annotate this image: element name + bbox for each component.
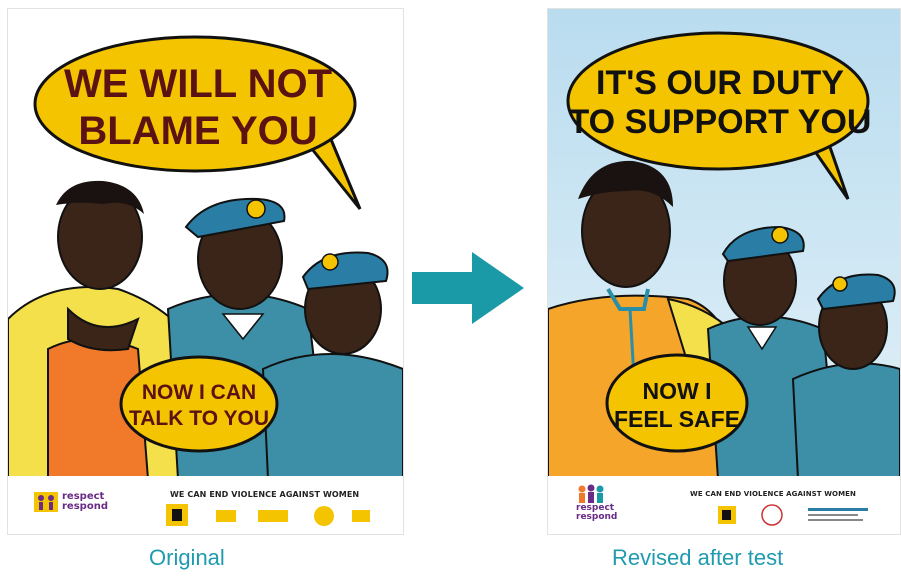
logo-text-line-2: respond — [576, 512, 618, 522]
speech-bubble-line-2: BLAME YOU — [78, 109, 317, 153]
people-icon — [34, 492, 58, 512]
partner-logos — [166, 504, 370, 526]
logo-text-line-2: respond — [62, 501, 108, 512]
speech-bubble-line-1: IT'S OUR DUTY — [596, 64, 844, 102]
reply-bubble-line-1: NOW I CAN — [142, 381, 256, 404]
respect-respond-logo: respect respond — [576, 484, 617, 522]
right-arrow-icon — [412, 252, 524, 324]
tagline: WE CAN END VIOLENCE AGAINST WOMEN — [690, 490, 856, 498]
people-icon — [578, 484, 604, 503]
caption-original: Original — [149, 545, 225, 570]
poster-original-artwork: WE WILL NOT BLAME YOU NOW I CAN TALK TO … — [8, 35, 403, 480]
reply-bubble-line-1: NOW I — [643, 378, 712, 404]
poster-original: WE WILL NOT BLAME YOU NOW I CAN TALK TO … — [7, 8, 404, 535]
reply-bubble: NOW I CAN TALK TO YOU — [119, 355, 279, 453]
speech-bubble-line-1: WE WILL NOT — [64, 62, 332, 106]
poster-revised-artwork: IT'S OUR DUTY TO SUPPORT YOU NOW I FEEL … — [548, 9, 900, 480]
caption-revised: Revised after test — [612, 545, 784, 570]
tagline: WE CAN END VIOLENCE AGAINST WOMEN — [170, 490, 360, 499]
poster-original-footer: respect respond WE CAN END VIOLENCE AGAI… — [8, 476, 403, 534]
reply-bubble-line-2: FEEL SAFE — [614, 406, 740, 432]
reply-bubble-line-2: TALK TO YOU — [129, 407, 269, 430]
poster-revised: IT'S OUR DUTY TO SUPPORT YOU NOW I FEEL … — [547, 8, 901, 535]
female-officer-figure — [261, 251, 403, 480]
reply-bubble: NOW I FEEL SAFE — [605, 353, 749, 453]
speech-bubble-line-2: TO SUPPORT YOU — [569, 103, 872, 141]
poster-revised-footer: respect respond WE CAN END VIOLENCE AGAI… — [548, 476, 900, 534]
respect-respond-logo: respect respond — [34, 490, 108, 514]
partner-logos — [718, 504, 868, 526]
